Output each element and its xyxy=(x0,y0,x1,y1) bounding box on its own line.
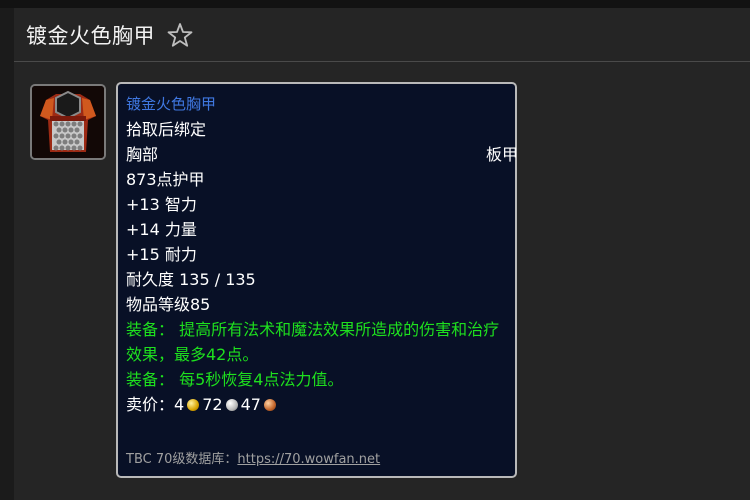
title-bar: 镀金火色胸甲 xyxy=(14,8,750,62)
item-tooltip: 镀金火色胸甲 拾取后绑定 胸部 板甲 873点护甲 +13 智力 +14 力量 … xyxy=(116,82,518,478)
price-silver-value: 72 xyxy=(202,395,223,414)
slot-row: 胸部 板甲 xyxy=(126,142,518,167)
copper-coin-icon xyxy=(263,398,276,411)
stat-intellect: +13 智力 xyxy=(126,195,197,214)
stat-stamina: +15 耐力 xyxy=(126,245,197,264)
binding-text: 拾取后绑定 xyxy=(126,120,207,139)
equip-effect-spell-power: 装备： 提高所有法术和魔法效果所造成的伤害和治疗效果，最多42点。 xyxy=(126,320,500,364)
top-strip xyxy=(0,0,750,8)
price-gold-value: 4 xyxy=(174,395,185,414)
price-copper-value: 47 xyxy=(240,395,261,414)
durability-text: 耐久度 135 / 135 xyxy=(126,270,256,289)
item-name[interactable]: 镀金火色胸甲 xyxy=(126,92,507,117)
equip-effect-mana-regen: 装备： 每5秒恢复4点法力值。 xyxy=(126,370,344,389)
item-level-text: 物品等级85 xyxy=(126,295,211,314)
page-title: 镀金火色胸甲 xyxy=(26,23,155,48)
source-label: TBC 70级数据库： xyxy=(126,452,238,467)
armor-text: 873点护甲 xyxy=(126,170,205,189)
silver-coin-icon xyxy=(225,398,238,411)
star-outline-icon xyxy=(167,22,193,47)
source-link[interactable]: https://70.wowfan.net xyxy=(237,452,380,467)
stat-strength: +14 力量 xyxy=(126,220,197,239)
sell-price: 卖价： 4 72 47 xyxy=(126,392,507,417)
star-icon[interactable] xyxy=(167,22,193,48)
price-label: 卖价： xyxy=(126,395,175,414)
source-footer: TBC 70级数据库：https://70.wowfan.net xyxy=(126,448,380,467)
armor-type-text: 板甲 xyxy=(485,145,518,164)
slot-text: 胸部 xyxy=(126,145,159,164)
gold-coin-icon xyxy=(187,398,200,411)
fire-chestplate-icon[interactable] xyxy=(30,84,106,160)
